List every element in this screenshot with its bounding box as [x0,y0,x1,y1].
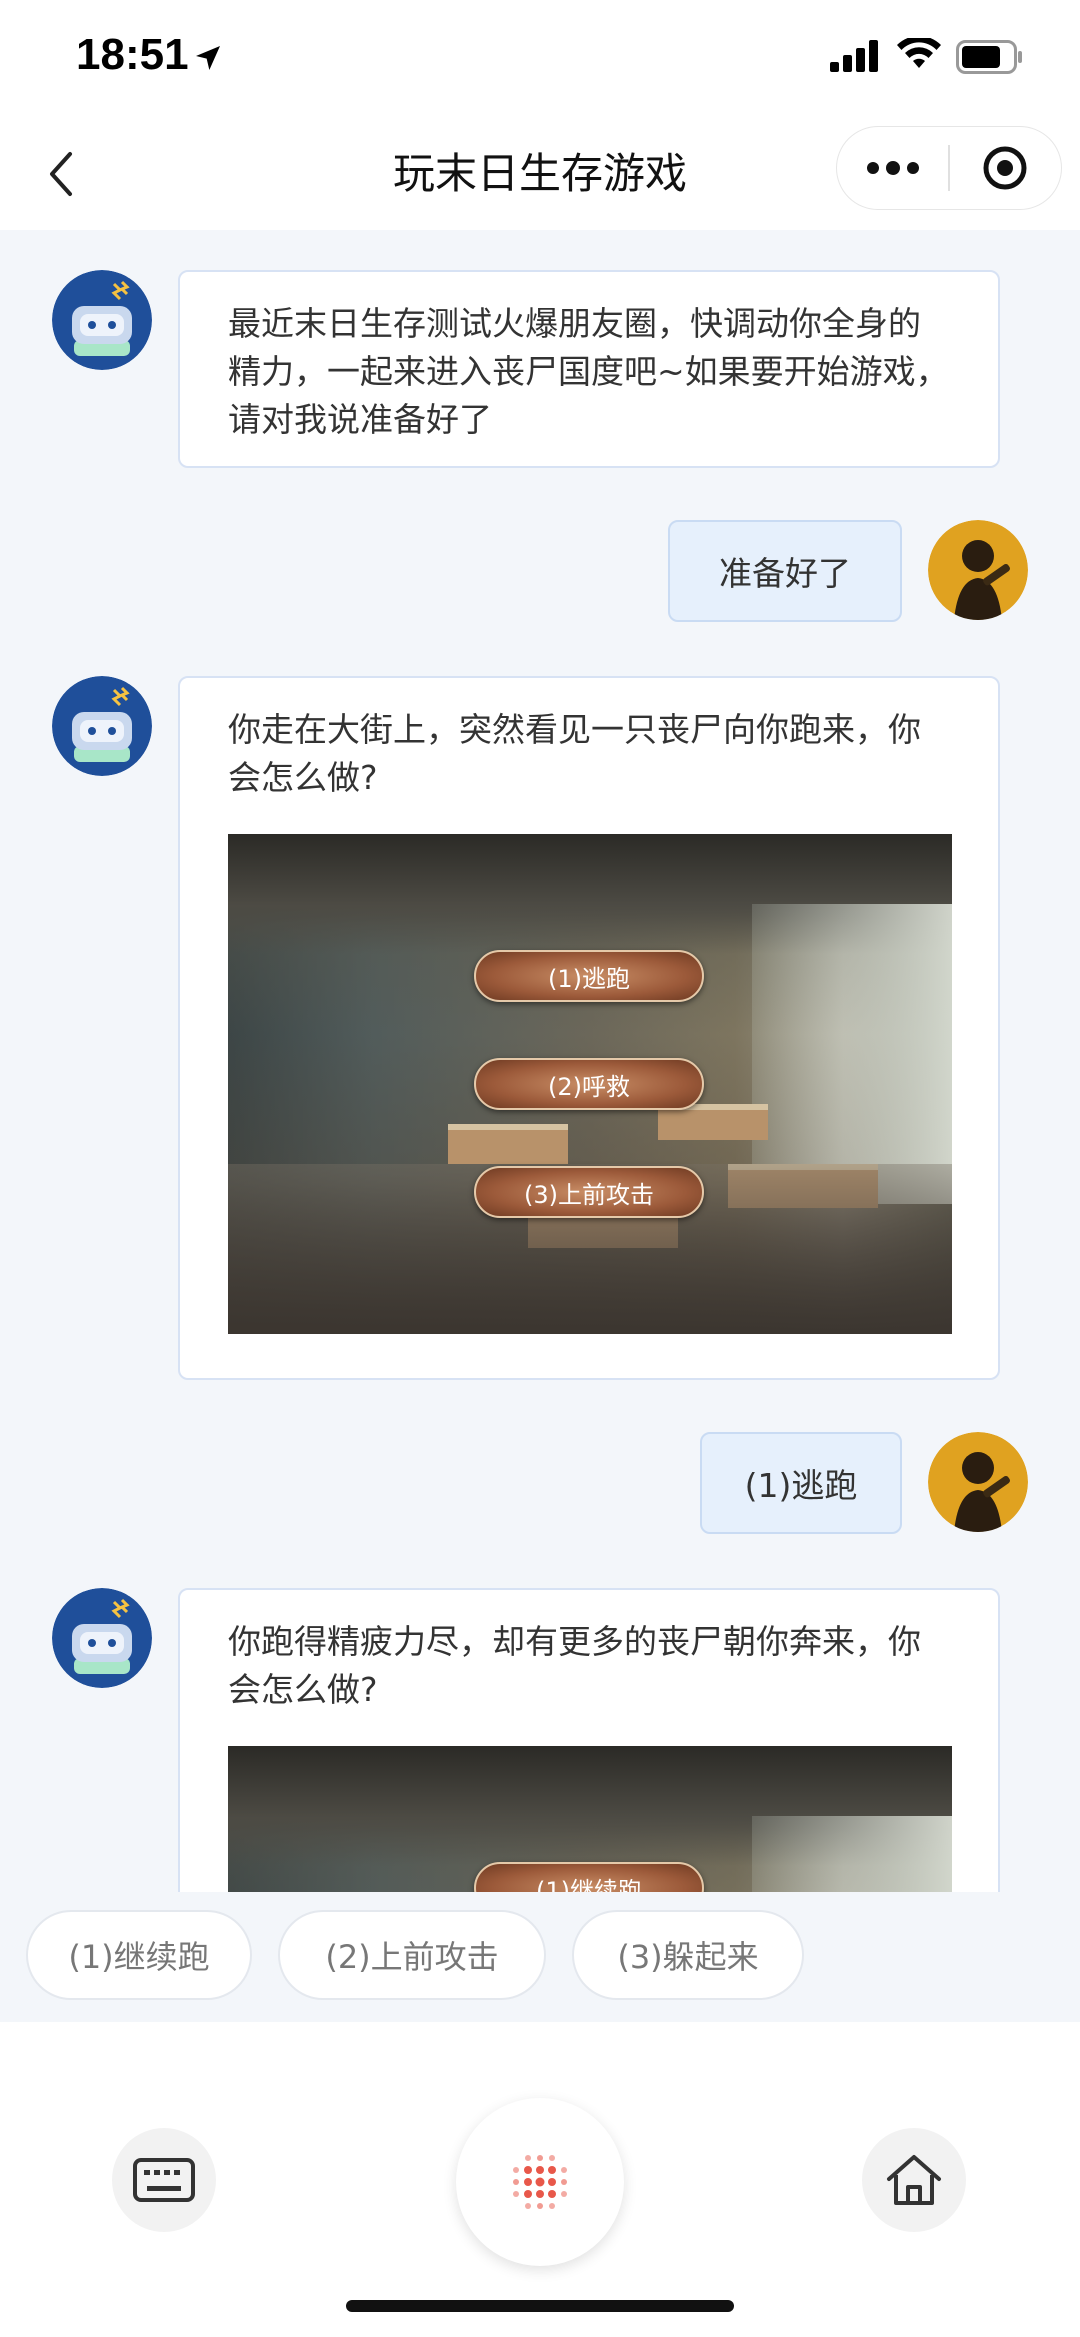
scene-choice-1[interactable]: (1)逃跑 [474,950,704,1002]
more-dots-icon [866,161,919,175]
voice-input-button[interactable] [456,2098,624,2266]
scene-window [752,904,952,1204]
battery-icon [956,40,1024,78]
location-arrow-icon [192,42,224,78]
more-button[interactable] [837,127,948,209]
nav-bar: 玩末日生存游戏 [0,118,1080,230]
status-time: 18:51 [76,30,189,79]
status-bar: 18:51 [0,0,1080,118]
home-icon [887,2155,941,2205]
wifi-icon [896,35,942,76]
bot-message: 最近末日生存测试火爆朋友圈，快调动你全身的精力，一起来进入丧尸国度吧~如果要开始… [178,270,1000,468]
close-mini-program-button[interactable] [950,127,1061,209]
bot-message-text: 最近末日生存测试火爆朋友圈，快调动你全身的精力，一起来进入丧尸国度吧~如果要开始… [228,304,949,439]
bot-avatar [52,676,152,776]
bot-message-text: 你跑得精疲力尽，却有更多的丧尸朝你奔来，你会怎么做? [228,1622,921,1709]
bot-message-text: 你走在大街上，突然看见一只丧尸向你跑来，你会怎么做? [228,710,921,797]
voice-dots-icon [513,2155,567,2209]
quick-reply-button[interactable]: (2)上前攻击 [278,1910,546,2000]
bot-avatar [52,1588,152,1688]
quick-reply-button[interactable]: (3)躲起来 [572,1910,804,2000]
chat-area[interactable]: 最近末日生存测试火爆朋友圈，快调动你全身的精力，一起来进入丧尸国度吧~如果要开始… [0,230,1080,1892]
home-button[interactable] [862,2128,966,2232]
quick-reply-button[interactable]: (1)继续跑 [26,1910,252,2000]
scene-choice-1[interactable]: (1)继续跑 [474,1862,704,1892]
bot-message: 你走在大街上，突然看见一只丧尸向你跑来，你会怎么做? (1)逃跑 (2)呼救 (… [178,676,1000,1380]
target-icon [983,146,1027,190]
keyboard-icon [133,2158,195,2202]
quick-reply-bar: (1)继续跑 (2)上前攻击 (3)躲起来 [0,1892,1080,2022]
scene-desk [448,1124,568,1164]
user-message: 准备好了 [668,520,902,622]
user-avatar [928,1432,1028,1532]
scene-choice-2[interactable]: (2)呼救 [474,1058,704,1110]
scene-window [752,1816,952,1892]
scene-image: (1)继续跑 [228,1746,952,1892]
user-avatar [928,520,1028,620]
bot-message: 你跑得精疲力尽，却有更多的丧尸朝你奔来，你会怎么做? (1)继续跑 [178,1588,1000,1892]
cellular-signal-icon [830,40,882,76]
home-indicator [346,2300,734,2312]
scene-image: (1)逃跑 (2)呼救 (3)上前攻击 [228,834,952,1334]
scene-choice-3[interactable]: (3)上前攻击 [474,1166,704,1218]
keyboard-button[interactable] [112,2128,216,2232]
bottom-toolbar [0,2022,1080,2337]
user-message: (1)逃跑 [700,1432,902,1534]
bot-avatar [52,270,152,370]
mini-program-capsule [836,126,1062,210]
